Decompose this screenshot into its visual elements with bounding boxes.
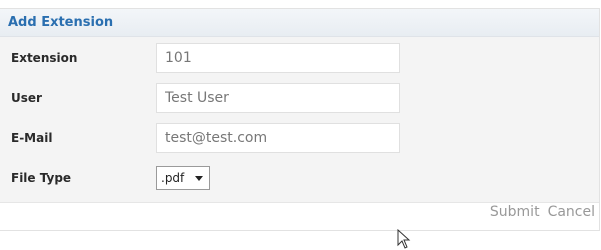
user-row: User (0, 79, 600, 117)
submit-button[interactable]: Submit (490, 204, 540, 220)
mouse-cursor-icon (397, 229, 411, 249)
panel-header: Add Extension (0, 9, 599, 37)
extension-label: Extension (11, 51, 78, 65)
cancel-button[interactable]: Cancel (548, 204, 595, 220)
file-type-selected-value: .pdf (161, 171, 185, 185)
email-label: E-Mail (11, 131, 53, 145)
user-label: User (11, 91, 42, 105)
file-type-row: File Type .pdf (0, 159, 600, 197)
extension-row: Extension (0, 39, 600, 77)
email-row: E-Mail (0, 119, 600, 157)
file-type-select[interactable]: .pdf (156, 166, 210, 190)
form-body: Extension User E-Mail File Type .pdf (0, 37, 599, 203)
panel-title: Add Extension (8, 15, 114, 30)
file-type-label: File Type (11, 171, 72, 185)
add-extension-panel: Add Extension Extension User E-Mail File… (0, 8, 600, 231)
form-actions: Submit Cancel (490, 204, 595, 220)
email-input[interactable] (156, 123, 400, 153)
user-input[interactable] (156, 83, 400, 113)
extension-input[interactable] (156, 43, 400, 73)
chevron-down-icon (195, 176, 203, 181)
